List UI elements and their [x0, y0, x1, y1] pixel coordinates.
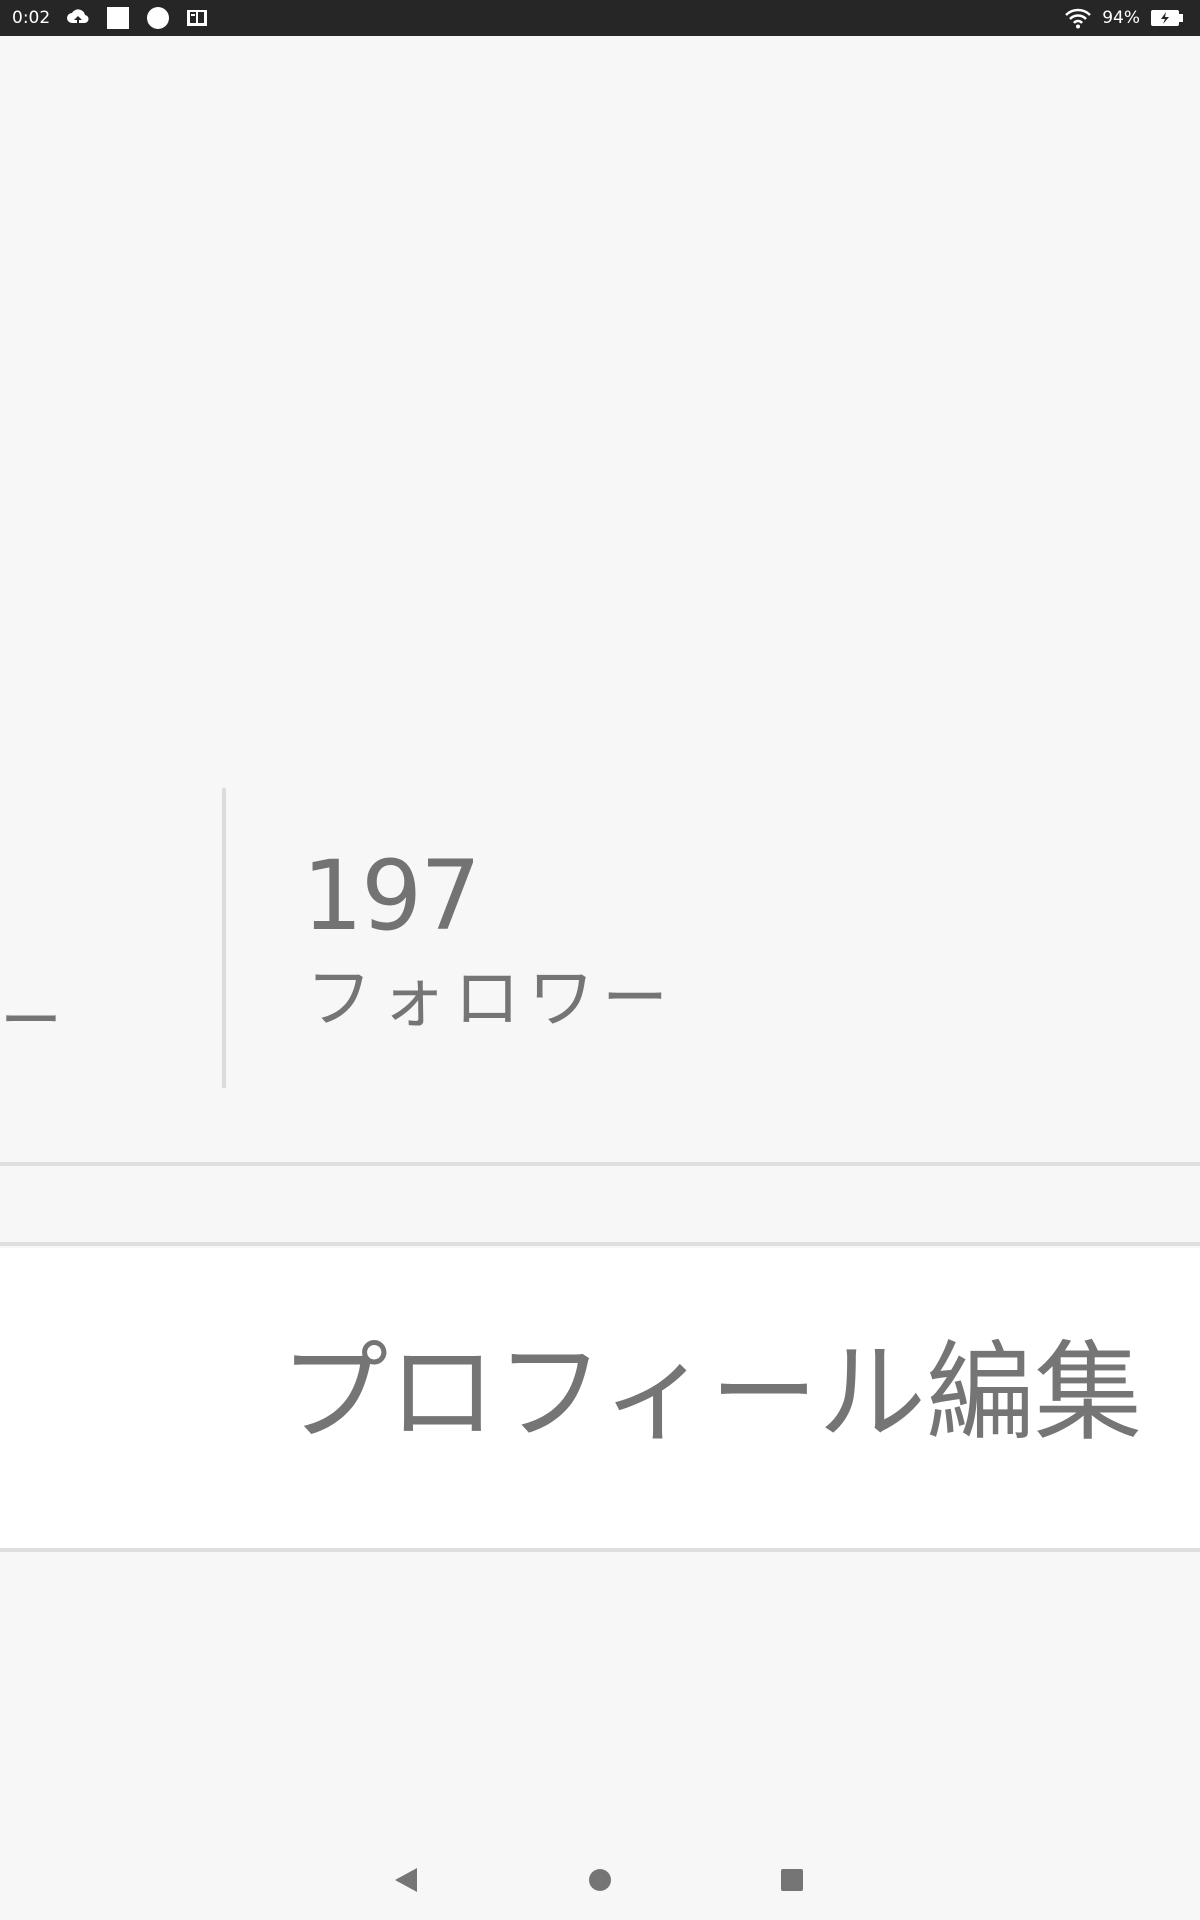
stat-divider [222, 788, 226, 1088]
circle-icon [146, 6, 170, 30]
recents-square-icon[interactable] [772, 1860, 812, 1900]
status-bar: 0:02 94% [0, 0, 1200, 36]
status-bar-right: 94% [1064, 0, 1184, 36]
edit-profile-label: プロフィール編集 [280, 1331, 1142, 1456]
divider-middle [0, 1242, 1200, 1246]
status-time: 0:02 [12, 8, 51, 28]
cloud-upload-icon [66, 7, 90, 29]
battery-charging-icon [1150, 9, 1184, 27]
profile-screen: 0:02 94% ー 197 フォロワー プロフィール編集 [0, 0, 1200, 1920]
divider-bottom [0, 1548, 1200, 1552]
status-bar-left: 0:02 [12, 0, 208, 36]
followers-count: 197 [302, 840, 481, 952]
back-triangle-icon[interactable] [386, 1860, 426, 1900]
navigation-bar [0, 1840, 1200, 1920]
wifi-icon [1064, 7, 1092, 29]
book-icon [186, 8, 208, 28]
stat-previous-label-fragment: ー [0, 984, 63, 1057]
followers-label: フォロワー [306, 960, 676, 1037]
home-circle-icon[interactable] [580, 1860, 620, 1900]
divider-top [0, 1162, 1200, 1166]
battery-percent: 94% [1102, 8, 1140, 28]
edit-profile-button[interactable]: プロフィール編集 [0, 1248, 1200, 1548]
square-icon [106, 6, 130, 30]
